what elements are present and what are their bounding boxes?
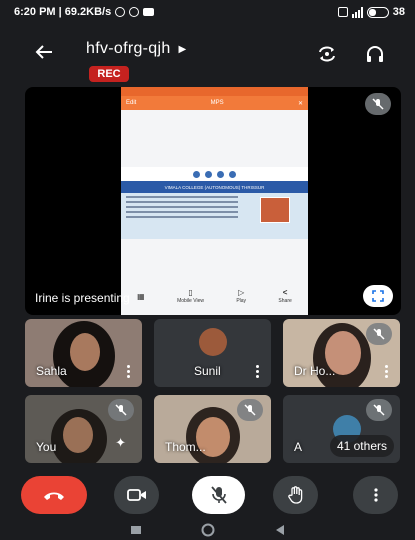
participant-name: Sunil: [194, 364, 221, 378]
shared-play: ▷ Play: [236, 288, 247, 304]
status-right: 38: [337, 6, 405, 18]
status-left: 6:20 PM | 69.2KB/s: [14, 6, 155, 18]
video-camera-icon: [126, 489, 146, 501]
signal-icon: [351, 6, 363, 18]
shared-back-label: Edit: [126, 100, 137, 106]
shared-document: VIMALA COLLEGE (AUTONOMOUS) THRISSUR: [121, 167, 308, 239]
participant-tile-you[interactable]: You ✦: [25, 395, 142, 463]
avatar: [199, 328, 227, 356]
system-nav-bar: [0, 520, 415, 540]
participant-tile-sahla[interactable]: Sahla: [25, 319, 142, 387]
document-text-line: [126, 201, 238, 203]
more-vert-icon[interactable]: [384, 365, 388, 378]
recording-badge: REC: [89, 66, 129, 82]
more-options-button[interactable]: [353, 476, 398, 514]
message-status-icon: [143, 8, 155, 16]
back-button[interactable]: [30, 38, 58, 66]
shared-screen: Edit MPS ✕ VIMALA COLLEGE (AUTONOMOUS) T…: [121, 87, 308, 315]
others-count[interactable]: 41 others: [329, 435, 394, 457]
mic-off-badge: [366, 323, 392, 345]
participant-tile-sunil[interactable]: Sunil: [154, 319, 271, 387]
volte-status-icon: [337, 7, 348, 17]
shared-status-bar: [121, 87, 308, 96]
more-vert-icon[interactable]: [255, 365, 259, 378]
document-logos: [121, 167, 308, 181]
camera-button[interactable]: [114, 476, 159, 514]
headset-status-icon: [115, 7, 126, 17]
mic-off-badge: [237, 399, 263, 421]
meeting-code: hfv-ofrg-qjh: [86, 40, 171, 57]
shared-grid-item: ▦: [137, 291, 145, 301]
document-text-line: [126, 196, 238, 198]
mic-off-icon: [373, 328, 385, 340]
shared-app-bar: Edit MPS ✕: [121, 96, 308, 110]
presenter-mic-off-badge: [365, 93, 391, 115]
presenter-label: Irine is presenting: [35, 291, 130, 305]
caret-right-icon: ▶: [178, 43, 187, 55]
participant-tile-thom[interactable]: Thom...: [154, 395, 271, 463]
mic-off-icon: [372, 98, 384, 110]
hang-up-button[interactable]: [21, 476, 87, 514]
participant-name: Dr Ho...: [294, 364, 336, 378]
battery-fill: [368, 8, 376, 16]
document-photo: [260, 197, 290, 223]
participant-name: Sahla: [36, 364, 67, 378]
mic-off-badge: [108, 399, 134, 421]
shared-share: < Share: [278, 288, 292, 304]
presentation-tile[interactable]: Edit MPS ✕ VIMALA COLLEGE (AUTONOMOUS) T…: [25, 87, 401, 315]
shared-mobile-view: ▯ Mobile View: [177, 288, 204, 304]
participant-face: [70, 333, 100, 371]
hang-up-icon: [44, 492, 64, 500]
recents-icon[interactable]: [130, 525, 142, 535]
mic-toggle-button[interactable]: [192, 476, 245, 514]
hand-icon: [287, 486, 302, 504]
document-text-line: [126, 216, 238, 218]
participant-name: Thom...: [165, 440, 206, 454]
switch-camera-icon: [319, 46, 335, 62]
fullscreen-button[interactable]: [363, 285, 393, 307]
document-text-line: [126, 206, 238, 208]
call-controls: [0, 470, 415, 515]
audio-output-button[interactable]: [361, 40, 389, 68]
back-nav-icon[interactable]: [275, 524, 285, 536]
arrow-left-icon: [35, 45, 52, 59]
shared-close-icon: ✕: [297, 100, 303, 107]
meeting-header: hfv-ofrg-qjh ▶ REC: [0, 30, 415, 84]
mic-off-icon: [115, 404, 127, 416]
status-time: 6:20 PM | 69.2KB/s: [14, 6, 112, 18]
more-vert-icon[interactable]: [126, 365, 130, 378]
mic-off-icon: [373, 404, 385, 416]
switch-camera-button[interactable]: [313, 40, 341, 68]
effects-icon[interactable]: ✦: [115, 435, 126, 451]
participant-name: A: [294, 440, 303, 454]
mic-off-icon: [210, 486, 227, 504]
headphones-icon: [367, 46, 383, 62]
shared-bottom-bar: ▦ ▯ Mobile View ▷ Play < Share: [121, 285, 308, 307]
battery-icon: [366, 6, 389, 18]
participant-tile-others[interactable]: A 41 others: [283, 395, 400, 463]
document-banner: VIMALA COLLEGE (AUTONOMOUS) THRISSUR: [121, 181, 308, 193]
more-vert-icon: [373, 488, 378, 502]
shared-logo: MPS: [210, 100, 224, 106]
mic-off-badge: [366, 399, 392, 421]
meeting-title-button[interactable]: hfv-ofrg-qjh ▶: [86, 40, 187, 58]
participant-name: You: [36, 440, 57, 454]
sync-status-icon: [129, 7, 140, 17]
home-icon[interactable]: [201, 523, 215, 537]
participant-face: [63, 417, 93, 453]
raise-hand-button[interactable]: [273, 476, 318, 514]
status-bar: 6:20 PM | 69.2KB/s 38: [0, 0, 415, 24]
mic-off-icon: [244, 404, 256, 416]
fullscreen-icon: [372, 290, 384, 302]
battery-percent: 38: [392, 6, 405, 18]
participant-tile-dr-ho[interactable]: Dr Ho...: [283, 319, 400, 387]
document-text-line: [126, 211, 238, 213]
